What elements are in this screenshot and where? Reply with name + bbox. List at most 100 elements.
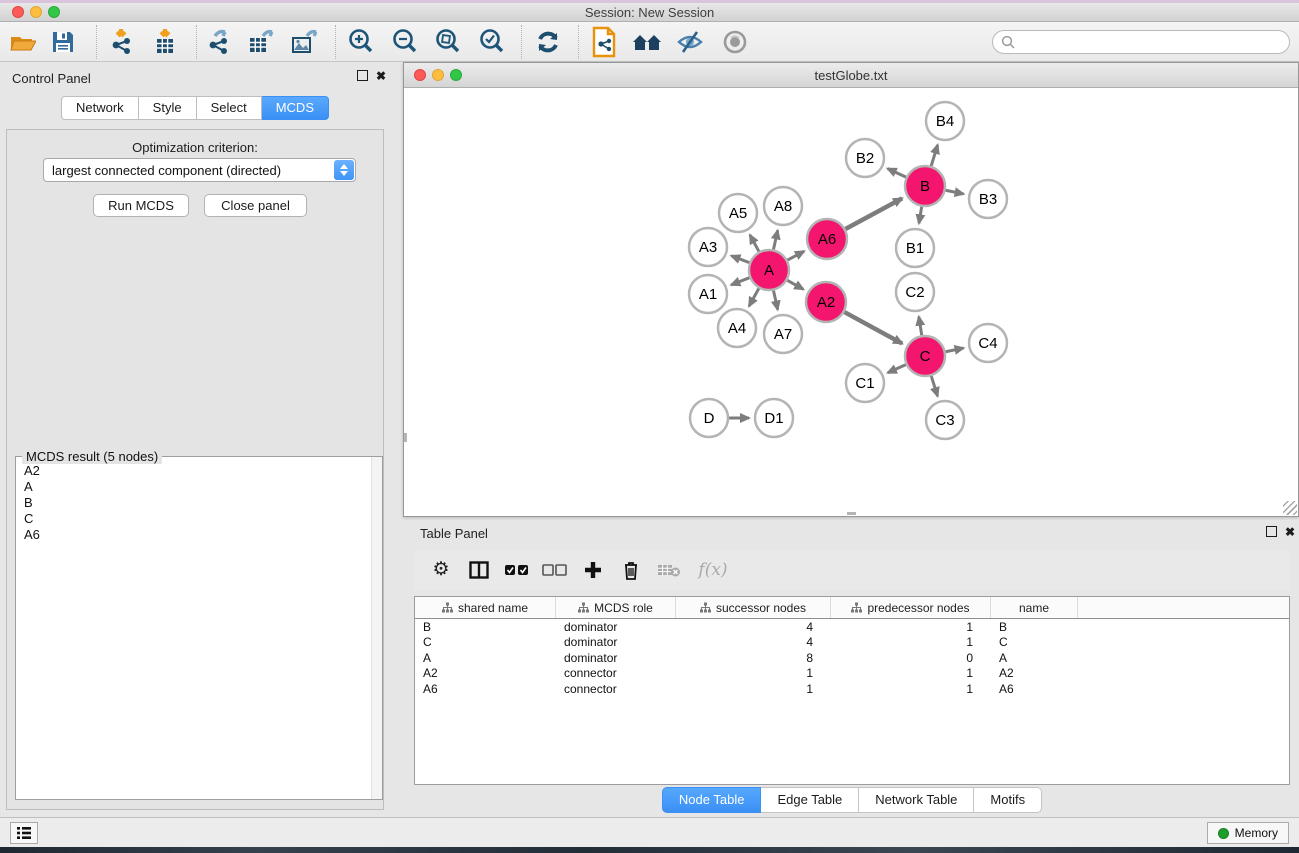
column-header[interactable]: name: [991, 597, 1078, 618]
close-panel-button[interactable]: Close panel: [204, 194, 307, 217]
mcds-result-item[interactable]: A2: [24, 463, 382, 479]
network-canvas[interactable]: B4B2BB3A8A5A6A3B1AC2A1A2A4A7C4CC1DD1C3: [404, 88, 1298, 516]
mcds-result-item[interactable]: A: [24, 479, 382, 495]
edge-A-A7[interactable]: [773, 291, 777, 310]
table-cell[interactable]: C: [991, 635, 1078, 649]
tab-select[interactable]: Select: [197, 96, 262, 120]
mcds-result-list[interactable]: A2ABCA6: [16, 457, 382, 799]
tab-network[interactable]: Network: [61, 96, 139, 120]
table-cell[interactable]: 1: [831, 635, 991, 649]
column-header[interactable]: predecessor nodes: [831, 597, 991, 618]
edge-C-C4[interactable]: [946, 348, 964, 352]
network-overview-button[interactable]: [588, 26, 622, 58]
table-cell[interactable]: A: [991, 651, 1078, 665]
export-network-button[interactable]: [202, 26, 236, 58]
edge-C-C2[interactable]: [919, 317, 922, 336]
table-cell[interactable]: 1: [831, 666, 991, 680]
edge-A6-B[interactable]: [845, 198, 902, 229]
tab-edge-table[interactable]: Edge Table: [761, 787, 859, 813]
show-panel-button[interactable]: [718, 26, 752, 58]
tab-network-table[interactable]: Network Table: [859, 787, 974, 813]
column-header[interactable]: successor nodes: [676, 597, 831, 618]
import-table-button[interactable]: [148, 26, 182, 58]
create-column-button[interactable]: [576, 554, 610, 586]
table-cell[interactable]: dominator: [556, 635, 676, 649]
search-input[interactable]: [1019, 33, 1289, 51]
hide-panel-button[interactable]: [673, 26, 707, 58]
table-cell[interactable]: A6: [415, 682, 556, 696]
zoom-selected-button[interactable]: [475, 26, 509, 58]
table-cell[interactable]: A6: [991, 682, 1078, 696]
delete-table-button[interactable]: [652, 554, 686, 586]
table-row[interactable]: Cdominator41C: [415, 635, 1289, 651]
edge-A-A5[interactable]: [750, 235, 759, 252]
network-window-titlebar[interactable]: testGlobe.txt: [404, 63, 1298, 88]
table-cell[interactable]: A2: [415, 666, 556, 680]
zoom-out-button[interactable]: [388, 26, 422, 58]
float-panel-icon[interactable]: [357, 70, 368, 84]
table-row[interactable]: A6connector11A6: [415, 681, 1289, 697]
home-layout-button[interactable]: [630, 26, 664, 58]
table-cell[interactable]: B: [991, 620, 1078, 634]
table-cell[interactable]: 0: [831, 651, 991, 665]
table-cell[interactable]: 1: [676, 666, 831, 680]
edge-A-A2[interactable]: [787, 280, 803, 289]
column-header[interactable]: MCDS role: [556, 597, 676, 618]
table-cell[interactable]: B: [415, 620, 556, 634]
table-float-icon[interactable]: [1266, 526, 1277, 540]
edge-A-A1[interactable]: [731, 278, 749, 285]
column-header[interactable]: shared name: [415, 597, 556, 618]
table-options-button[interactable]: ⚙: [424, 554, 458, 586]
table-cell[interactable]: 1: [831, 620, 991, 634]
table-cell[interactable]: A2: [991, 666, 1078, 680]
tab-node-table[interactable]: Node Table: [662, 787, 762, 813]
tab-style[interactable]: Style: [139, 96, 197, 120]
table-cell[interactable]: C: [415, 635, 556, 649]
edge-A2-C[interactable]: [844, 312, 902, 343]
resize-grip-icon[interactable]: [1283, 501, 1297, 515]
optimization-criterion-dropdown[interactable]: largest connected component (directed): [43, 158, 356, 182]
tab-mcds[interactable]: MCDS: [262, 96, 329, 120]
edge-B-B2[interactable]: [888, 169, 906, 178]
mcds-list-scrollbar[interactable]: [371, 457, 382, 799]
edge-A-A3[interactable]: [731, 256, 749, 263]
close-panel-icon[interactable]: ✖: [376, 70, 386, 83]
edge-A-A6[interactable]: [788, 251, 805, 260]
save-session-button[interactable]: [46, 26, 80, 58]
table-cell[interactable]: A: [415, 651, 556, 665]
mcds-result-item[interactable]: B: [24, 495, 382, 511]
edge-A-A4[interactable]: [749, 288, 759, 306]
show-column-button[interactable]: [462, 554, 496, 586]
zoom-fit-button[interactable]: [431, 26, 465, 58]
table-cell[interactable]: dominator: [556, 651, 676, 665]
edge-C-C3[interactable]: [931, 376, 937, 396]
table-row[interactable]: Bdominator41B: [415, 619, 1289, 635]
export-image-button[interactable]: [287, 26, 321, 58]
zoom-in-button[interactable]: [344, 26, 378, 58]
tab-motifs[interactable]: Motifs: [974, 787, 1042, 813]
table-cell[interactable]: 1: [676, 682, 831, 696]
table-row[interactable]: A2connector11A2: [415, 666, 1289, 682]
table-cell[interactable]: dominator: [556, 620, 676, 634]
import-network-button[interactable]: [104, 26, 138, 58]
function-builder-button[interactable]: f(x): [690, 554, 736, 586]
edge-B-B4[interactable]: [931, 145, 937, 166]
memory-button[interactable]: Memory: [1207, 822, 1289, 844]
table-row[interactable]: Adominator80A: [415, 650, 1289, 666]
table-cell[interactable]: connector: [556, 666, 676, 680]
mcds-result-item[interactable]: A6: [24, 527, 382, 543]
edge-B-B1[interactable]: [919, 207, 922, 224]
export-table-button[interactable]: [244, 26, 278, 58]
edge-C-C1[interactable]: [888, 365, 906, 373]
run-mcds-button[interactable]: Run MCDS: [93, 194, 189, 217]
edge-B-B3[interactable]: [946, 190, 964, 194]
search-box[interactable]: [992, 30, 1290, 54]
table-cell[interactable]: connector: [556, 682, 676, 696]
table-cell[interactable]: 4: [676, 635, 831, 649]
select-all-columns-button[interactable]: [500, 554, 534, 586]
edge-A-A8[interactable]: [773, 230, 777, 249]
task-history-button[interactable]: [10, 822, 38, 844]
table-cell[interactable]: 8: [676, 651, 831, 665]
delete-columns-button[interactable]: [614, 554, 648, 586]
refresh-button[interactable]: [531, 26, 565, 58]
